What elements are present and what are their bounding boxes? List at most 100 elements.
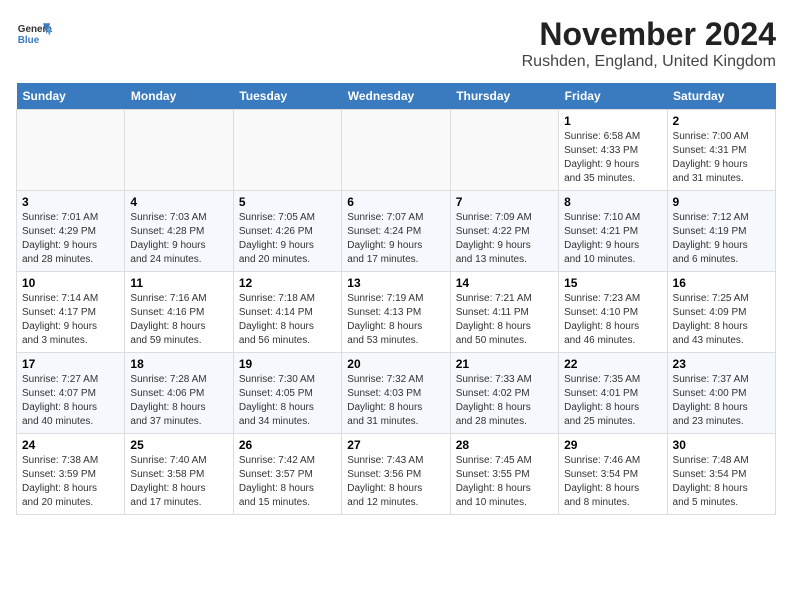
- page-header: General Blue November 2024 Rushden, Engl…: [16, 16, 776, 71]
- day-number: 7: [456, 195, 553, 209]
- calendar-cell: 7 Sunrise: 7:09 AM Sunset: 4:22 PM Daylig…: [450, 191, 558, 272]
- calendar-cell: 27Sunrise: 7:43 AM Sunset: 3:56 PM Dayli…: [342, 434, 450, 515]
- calendar-cell: 20 Sunrise: 7:32 AM Sunset: 4:03 PM Dayli…: [342, 353, 450, 434]
- day-info: Sunrise: 7:03 AM Sunset: 4:28 PM Dayligh…: [130, 211, 227, 267]
- weekday-header-sunday: Sunday: [17, 83, 125, 110]
- day-info: Sunrise: 7:23 AM Sunset: 4:10 PM Dayligh…: [564, 292, 661, 348]
- calendar-cell: 14Sunrise: 7:21 AM Sunset: 4:11 PM Dayli…: [450, 272, 558, 353]
- calendar-cell: 11 Sunrise: 7:16 AM Sunset: 4:16 PM Dayli…: [125, 272, 233, 353]
- calendar-cell: 26Sunrise: 7:42 AM Sunset: 3:57 PM Dayli…: [233, 434, 341, 515]
- day-info: Sunrise: 7:27 AM Sunset: 4:07 PM Dayligh…: [22, 373, 119, 429]
- calendar-cell: 13Sunrise: 7:19 AM Sunset: 4:13 PM Dayli…: [342, 272, 450, 353]
- day-number: 15: [564, 276, 661, 290]
- calendar-week-row: 17 Sunrise: 7:27 AM Sunset: 4:07 PM Dayli…: [17, 353, 776, 434]
- day-number: 30: [673, 438, 770, 452]
- calendar-week-row: 24 Sunrise: 7:38 AM Sunset: 3:59 PM Dayli…: [17, 434, 776, 515]
- day-number: 4: [130, 195, 227, 209]
- calendar-cell: [342, 110, 450, 191]
- day-number: 21: [456, 357, 553, 371]
- day-number: 19: [239, 357, 336, 371]
- calendar-cell: 5 Sunrise: 7:05 AM Sunset: 4:26 PM Daylig…: [233, 191, 341, 272]
- calendar-cell: 6 Sunrise: 7:07 AM Sunset: 4:24 PM Daylig…: [342, 191, 450, 272]
- day-info: Sunrise: 7:42 AM Sunset: 3:57 PM Dayligh…: [239, 454, 336, 510]
- month-title: November 2024: [522, 16, 776, 53]
- calendar-cell: 19 Sunrise: 7:30 AM Sunset: 4:05 PM Dayli…: [233, 353, 341, 434]
- calendar-week-row: 10 Sunrise: 7:14 AM Sunset: 4:17 PM Dayli…: [17, 272, 776, 353]
- day-info: Sunrise: 7:07 AM Sunset: 4:24 PM Dayligh…: [347, 211, 444, 267]
- day-info: Sunrise: 7:10 AM Sunset: 4:21 PM Dayligh…: [564, 211, 661, 267]
- calendar-cell: 12 Sunrise: 7:18 AM Sunset: 4:14 PM Dayli…: [233, 272, 341, 353]
- weekday-header-row: SundayMondayTuesdayWednesdayThursdayFrid…: [17, 83, 776, 110]
- calendar-cell: 1Sunrise: 6:58 AM Sunset: 4:33 PM Daylig…: [559, 110, 667, 191]
- day-number: 17: [22, 357, 119, 371]
- svg-text:Blue: Blue: [18, 35, 40, 46]
- day-number: 10: [22, 276, 119, 290]
- day-number: 22: [564, 357, 661, 371]
- calendar-cell: 16 Sunrise: 7:25 AM Sunset: 4:09 PM Dayli…: [667, 272, 775, 353]
- calendar-cell: 22 Sunrise: 7:35 AM Sunset: 4:01 PM Dayli…: [559, 353, 667, 434]
- day-number: 11: [130, 276, 227, 290]
- day-info: Sunrise: 7:01 AM Sunset: 4:29 PM Dayligh…: [22, 211, 119, 267]
- title-area: November 2024 Rushden, England, United K…: [522, 16, 776, 71]
- calendar-cell: 21 Sunrise: 7:33 AM Sunset: 4:02 PM Dayli…: [450, 353, 558, 434]
- calendar-cell: 23 Sunrise: 7:37 AM Sunset: 4:00 PM Dayli…: [667, 353, 775, 434]
- day-number: 23: [673, 357, 770, 371]
- calendar-cell: 4 Sunrise: 7:03 AM Sunset: 4:28 PM Daylig…: [125, 191, 233, 272]
- day-number: 25: [130, 438, 227, 452]
- calendar-cell: 29 Sunrise: 7:46 AM Sunset: 3:54 PM Dayli…: [559, 434, 667, 515]
- logo-icon: General Blue: [16, 16, 52, 52]
- day-info: Sunrise: 7:00 AM Sunset: 4:31 PM Dayligh…: [673, 130, 770, 186]
- calendar-cell: 28 Sunrise: 7:45 AM Sunset: 3:55 PM Dayli…: [450, 434, 558, 515]
- day-number: 24: [22, 438, 119, 452]
- day-number: 18: [130, 357, 227, 371]
- day-info: Sunrise: 7:37 AM Sunset: 4:00 PM Dayligh…: [673, 373, 770, 429]
- calendar-table: SundayMondayTuesdayWednesdayThursdayFrid…: [16, 83, 776, 515]
- day-info: Sunrise: 7:12 AM Sunset: 4:19 PM Dayligh…: [673, 211, 770, 267]
- day-info: Sunrise: 7:43 AM Sunset: 3:56 PM Dayligh…: [347, 454, 444, 510]
- calendar-week-row: 1Sunrise: 6:58 AM Sunset: 4:33 PM Daylig…: [17, 110, 776, 191]
- day-number: 2: [673, 114, 770, 128]
- day-number: 29: [564, 438, 661, 452]
- day-number: 12: [239, 276, 336, 290]
- day-info: Sunrise: 7:09 AM Sunset: 4:22 PM Dayligh…: [456, 211, 553, 267]
- weekday-header-wednesday: Wednesday: [342, 83, 450, 110]
- day-info: Sunrise: 7:45 AM Sunset: 3:55 PM Dayligh…: [456, 454, 553, 510]
- logo: General Blue: [16, 16, 52, 52]
- day-number: 16: [673, 276, 770, 290]
- day-number: 20: [347, 357, 444, 371]
- day-number: 9: [673, 195, 770, 209]
- calendar-cell: 2 Sunrise: 7:00 AM Sunset: 4:31 PM Daylig…: [667, 110, 775, 191]
- day-info: Sunrise: 7:46 AM Sunset: 3:54 PM Dayligh…: [564, 454, 661, 510]
- calendar-cell: 10 Sunrise: 7:14 AM Sunset: 4:17 PM Dayli…: [17, 272, 125, 353]
- calendar-cell: 24 Sunrise: 7:38 AM Sunset: 3:59 PM Dayli…: [17, 434, 125, 515]
- calendar-cell: [125, 110, 233, 191]
- day-info: Sunrise: 7:25 AM Sunset: 4:09 PM Dayligh…: [673, 292, 770, 348]
- day-info: Sunrise: 7:21 AM Sunset: 4:11 PM Dayligh…: [456, 292, 553, 348]
- day-info: Sunrise: 7:16 AM Sunset: 4:16 PM Dayligh…: [130, 292, 227, 348]
- weekday-header-saturday: Saturday: [667, 83, 775, 110]
- day-number: 5: [239, 195, 336, 209]
- calendar-cell: 3 Sunrise: 7:01 AM Sunset: 4:29 PM Daylig…: [17, 191, 125, 272]
- day-number: 8: [564, 195, 661, 209]
- calendar-cell: 15 Sunrise: 7:23 AM Sunset: 4:10 PM Dayli…: [559, 272, 667, 353]
- day-info: Sunrise: 7:30 AM Sunset: 4:05 PM Dayligh…: [239, 373, 336, 429]
- day-info: Sunrise: 7:32 AM Sunset: 4:03 PM Dayligh…: [347, 373, 444, 429]
- day-number: 3: [22, 195, 119, 209]
- day-number: 6: [347, 195, 444, 209]
- calendar-cell: 8 Sunrise: 7:10 AM Sunset: 4:21 PM Daylig…: [559, 191, 667, 272]
- day-info: Sunrise: 7:14 AM Sunset: 4:17 PM Dayligh…: [22, 292, 119, 348]
- weekday-header-tuesday: Tuesday: [233, 83, 341, 110]
- day-info: Sunrise: 7:35 AM Sunset: 4:01 PM Dayligh…: [564, 373, 661, 429]
- calendar-week-row: 3 Sunrise: 7:01 AM Sunset: 4:29 PM Daylig…: [17, 191, 776, 272]
- day-info: Sunrise: 7:33 AM Sunset: 4:02 PM Dayligh…: [456, 373, 553, 429]
- day-info: Sunrise: 7:38 AM Sunset: 3:59 PM Dayligh…: [22, 454, 119, 510]
- calendar-cell: 30Sunrise: 7:48 AM Sunset: 3:54 PM Dayli…: [667, 434, 775, 515]
- day-number: 13: [347, 276, 444, 290]
- day-info: Sunrise: 6:58 AM Sunset: 4:33 PM Dayligh…: [564, 130, 661, 186]
- calendar-cell: [233, 110, 341, 191]
- day-info: Sunrise: 7:05 AM Sunset: 4:26 PM Dayligh…: [239, 211, 336, 267]
- location: Rushden, England, United Kingdom: [522, 53, 776, 71]
- day-info: Sunrise: 7:18 AM Sunset: 4:14 PM Dayligh…: [239, 292, 336, 348]
- day-number: 28: [456, 438, 553, 452]
- weekday-header-monday: Monday: [125, 83, 233, 110]
